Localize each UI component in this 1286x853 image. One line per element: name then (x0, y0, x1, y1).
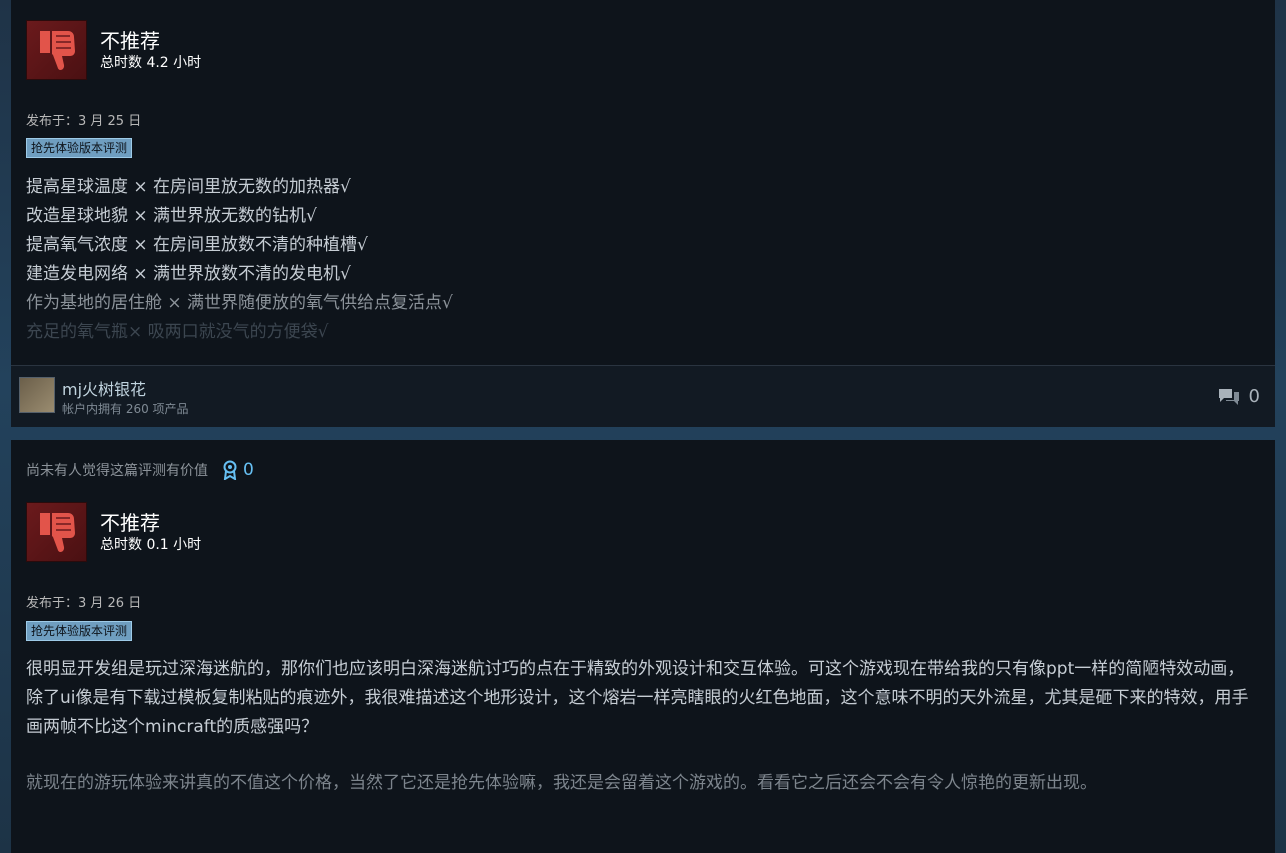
review-body[interactable]: 很明显开发组是玩过深海迷航的，那你们也应该明白深海迷航讨巧的点在于精致的外观设计… (26, 655, 1257, 798)
author-product-count: 帐户内拥有 260 项产品 (62, 402, 189, 416)
early-access-badge: 抢先体验版本评测 (26, 138, 133, 158)
review-footer: mj火树银花 帐户内拥有 260 项产品 0 (11, 365, 1275, 427)
review-verdict[interactable]: 不推荐 总时数 0.1 小时 (26, 502, 201, 562)
review-paragraph: 就现在的游玩体验来讲真的不值这个价格，当然了它还是抢先体验嘛，我还是会留着这个游… (26, 773, 1097, 793)
review-card: 不推荐 总时数 4.2 小时 发布于：3 月 25 日 抢先体验版本评测 提高星… (11, 0, 1275, 427)
review-line: 作为基地的居住舱 × 满世界随便放的氧气供给点复活点√ (26, 293, 453, 313)
thumbs-down-icon (26, 502, 87, 562)
posted-date: 发布于：3 月 25 日 (26, 114, 142, 129)
author-name[interactable]: mj火树银花 (62, 376, 146, 400)
review-line: 充足的氧气瓶× 吸两口就没气的方便袋√ (26, 322, 329, 342)
thumbs-down-icon (26, 20, 87, 80)
review-line: 建造发电网络 × 满世界放数不清的发电机√ (26, 264, 351, 284)
helpful-text: 尚未有人觉得这篇评测有价值 (26, 463, 208, 479)
award-ribbon-icon (223, 460, 237, 480)
comment-bubble-icon (1218, 388, 1239, 405)
early-access-badge: 抢先体验版本评测 (26, 621, 133, 641)
comments-button[interactable]: 0 (1217, 386, 1260, 407)
review-line: 提高氧气浓度 × 在房间里放数不清的种植槽√ (26, 235, 368, 255)
verdict-label: 不推荐 (100, 29, 160, 53)
award-count: 0 (243, 460, 254, 480)
playtime: 总时数 0.1 小时 (100, 537, 202, 553)
review-body[interactable]: 提高星球温度 × 在房间里放无数的加热器√ 改造星球地貌 × 满世界放无数的钻机… (26, 173, 1257, 347)
playtime: 总时数 4.2 小时 (100, 55, 202, 71)
review-line: 提高星球温度 × 在房间里放无数的加热器√ (26, 177, 351, 197)
award-button[interactable]: 0 (222, 460, 254, 480)
avatar[interactable] (19, 377, 55, 413)
review-verdict[interactable]: 不推荐 总时数 4.2 小时 (26, 20, 201, 80)
verdict-label: 不推荐 (100, 511, 160, 535)
posted-date: 发布于：3 月 26 日 (26, 596, 142, 611)
review-line: 改造星球地貌 × 满世界放无数的钻机√ (26, 206, 317, 226)
review-paragraph: 很明显开发组是玩过深海迷航的，那你们也应该明白深海迷航讨巧的点在于精致的外观设计… (26, 659, 1249, 737)
comment-count: 0 (1248, 386, 1260, 407)
review-card: 尚未有人觉得这篇评测有价值 0 不推荐 总时数 0.1 小时 发布于：3 月 2… (11, 440, 1275, 853)
helpful-summary: 尚未有人觉得这篇评测有价值 0 (26, 460, 254, 480)
